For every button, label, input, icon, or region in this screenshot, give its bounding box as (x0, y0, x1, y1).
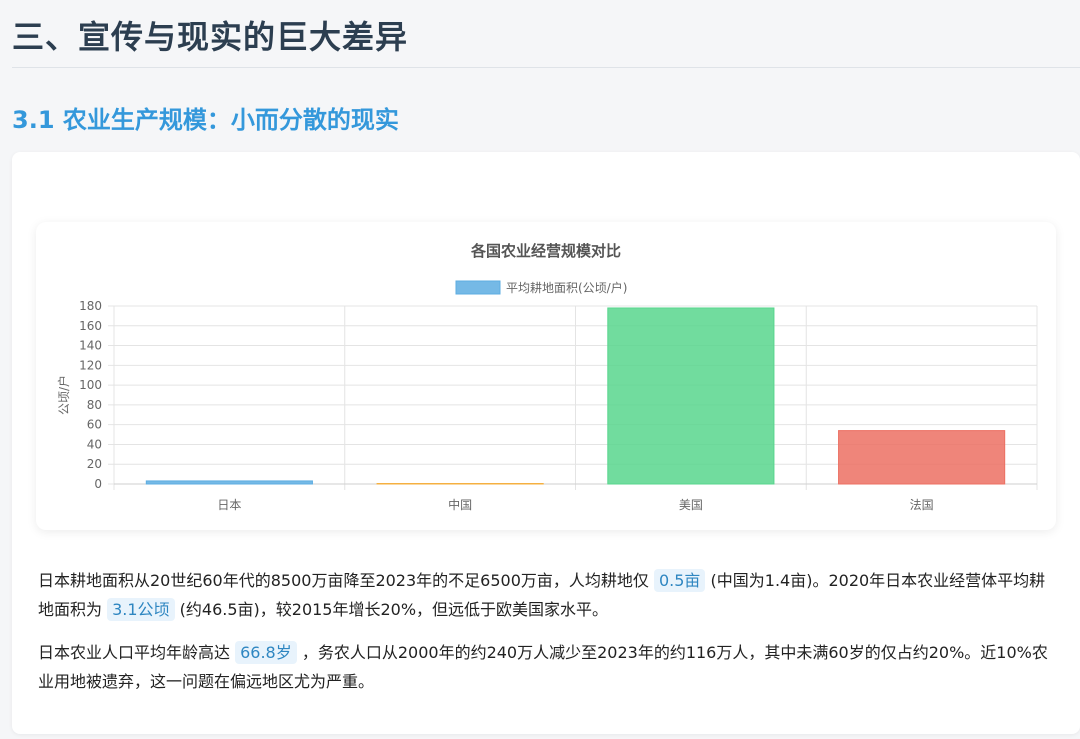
paragraph-farmland: 日本耕地面积从20世纪60年代的8500万亩降至2023年的不足6500万亩，人… (38, 566, 1058, 624)
heading-divider (12, 67, 1080, 68)
y-tick-label: 100 (79, 378, 102, 392)
x-tick-label: 美国 (679, 498, 703, 512)
chart-container: 各国农业经营规模对比平均耕地面积(公顷/户) 0 20 40 60 80 100 120 140… (36, 222, 1056, 530)
p1-text-a: 日本耕地面积从20世纪60年代的8500万亩降至2023年的不足6500万亩，人… (38, 571, 649, 590)
bar-3 (838, 430, 1006, 485)
chart-title: 各国农业经营规模对比 (470, 242, 621, 260)
y-tick-label: 80 (87, 398, 102, 412)
x-tick-label: 日本 (217, 498, 241, 512)
y-tick-label: 120 (79, 358, 102, 372)
highlight-per-capita-farmland: 0.5亩 (653, 569, 706, 592)
legend-label: 平均耕地面积(公顷/户) (506, 280, 627, 295)
y-tick-label: 160 (79, 319, 102, 333)
y-tick-label: 20 (87, 457, 102, 471)
y-axis-label: 公顷/户 (56, 375, 71, 415)
subsection-heading: 3.1 农业生产规模：小而分散的现实 (12, 106, 399, 134)
y-tick-label: 60 (87, 418, 102, 432)
p2-text-a: 日本农业人口平均年龄高达 (38, 643, 231, 662)
legend-swatch (455, 280, 501, 295)
highlight-avg-farm-area: 3.1公顷 (107, 598, 175, 621)
paragraph-farm-population: 日本农业人口平均年龄高达 66.8岁 ，务农人口从2000年的约240万人减少至… (38, 638, 1058, 696)
bar-2 (607, 307, 775, 485)
y-tick-label: 140 (79, 339, 102, 353)
x-tick-label: 法国 (910, 498, 934, 512)
bar-chart: 各国农业经营规模对比平均耕地面积(公顷/户) 0 20 40 60 80 100 120 140… (56, 242, 1038, 512)
x-tick-label: 中国 (448, 497, 472, 512)
y-tick-label: 180 (79, 299, 102, 313)
section-heading: 三、宣传与现实的巨大差异 (12, 18, 409, 56)
bar-0 (145, 480, 313, 485)
p1-text-c: (约46.5亩)，较2015年增长20%，但远低于欧美国家水平。 (179, 600, 609, 619)
y-tick-label: 0 (94, 477, 102, 491)
y-tick-label: 40 (87, 437, 102, 451)
highlight-average-age: 66.8岁 (235, 641, 297, 664)
